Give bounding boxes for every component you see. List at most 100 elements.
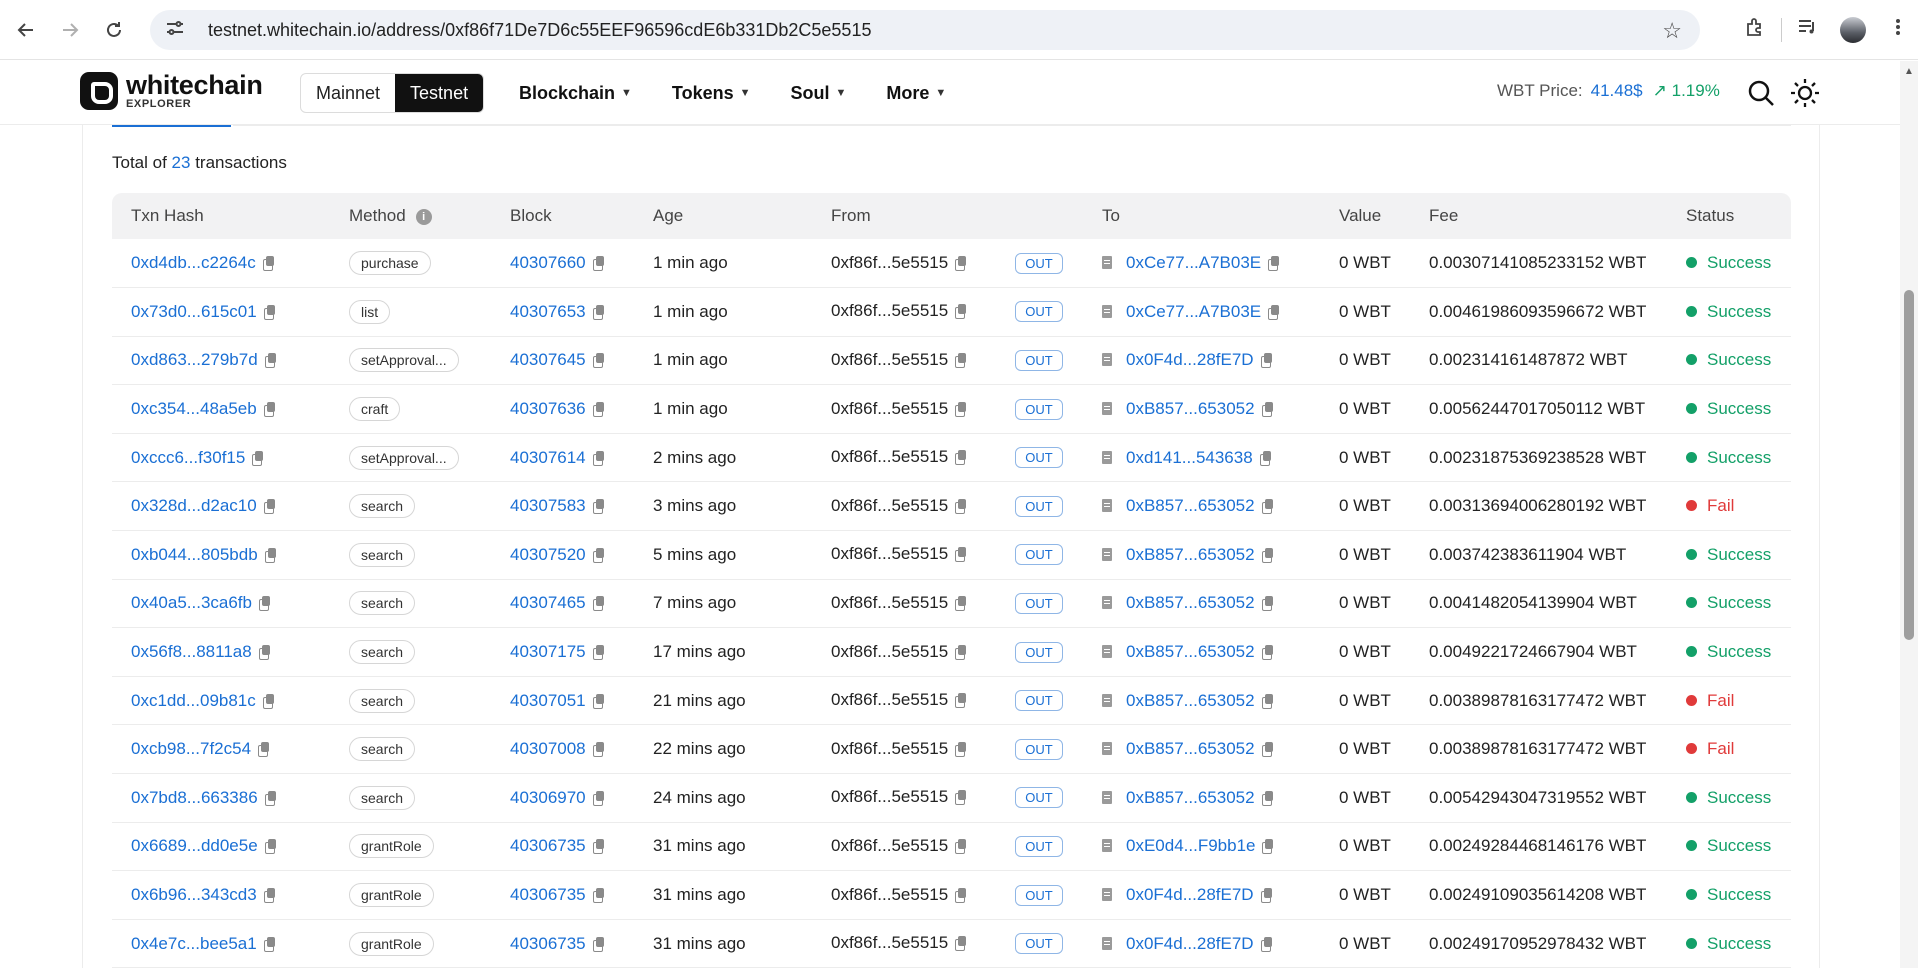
to-address-link[interactable]: 0xB857...653052	[1126, 545, 1255, 564]
copy-icon[interactable]	[955, 790, 967, 806]
to-address-link[interactable]: 0xCe77...A7B03E	[1126, 253, 1261, 272]
to-address-link[interactable]: 0xB857...653052	[1126, 496, 1255, 515]
theme-toggle-sun-icon[interactable]	[1789, 77, 1821, 109]
to-address-link[interactable]: 0xB857...653052	[1126, 691, 1255, 710]
copy-icon[interactable]	[955, 255, 967, 271]
copy-icon[interactable]	[263, 304, 276, 320]
to-address-link[interactable]: 0xE0d4...F9bb1e	[1126, 836, 1255, 855]
copy-icon[interactable]	[1261, 596, 1274, 612]
to-address-link[interactable]: 0x0F4d...28fE7D	[1126, 350, 1254, 369]
txn-hash-link[interactable]: 0x6689...dd0e5e	[131, 836, 258, 855]
copy-icon[interactable]	[263, 402, 276, 418]
copy-icon[interactable]	[592, 645, 605, 661]
copy-icon[interactable]	[592, 839, 605, 855]
block-link[interactable]: 40307660	[510, 253, 586, 272]
txn-hash-link[interactable]: 0xd863...279b7d	[131, 350, 258, 369]
copy-icon[interactable]	[592, 353, 605, 369]
nav-soul[interactable]: Soul ▼	[791, 83, 847, 104]
txn-hash-link[interactable]: 0xcb98...7f2c54	[131, 739, 251, 758]
block-link[interactable]: 40307008	[510, 739, 586, 758]
block-link[interactable]: 40306735	[510, 836, 586, 855]
copy-icon[interactable]	[955, 838, 967, 854]
copy-icon[interactable]	[252, 450, 264, 466]
to-address-link[interactable]: 0x0F4d...28fE7D	[1126, 934, 1254, 953]
copy-icon[interactable]	[1268, 304, 1280, 320]
copy-icon[interactable]	[955, 595, 967, 611]
txn-hash-link[interactable]: 0x40a5...3ca6fb	[131, 593, 252, 612]
txn-hash-link[interactable]: 0x56f8...8811a8	[131, 642, 252, 661]
txn-hash-link[interactable]: 0xb044...805bdb	[131, 545, 258, 564]
block-link[interactable]: 40307653	[510, 302, 586, 321]
copy-icon[interactable]	[1259, 450, 1272, 466]
to-address-link[interactable]: 0xB857...653052	[1126, 642, 1255, 661]
copy-icon[interactable]	[592, 256, 605, 272]
txn-hash-link[interactable]: 0x328d...d2ac10	[131, 496, 257, 515]
txn-hash-link[interactable]: 0xd4db...c2264c	[131, 253, 256, 272]
to-address-link[interactable]: 0xd141...543638	[1126, 448, 1253, 467]
profile-avatar[interactable]	[1840, 17, 1866, 43]
block-link[interactable]: 40306735	[510, 885, 586, 904]
more-menu-icon[interactable]	[1878, 17, 1918, 43]
copy-icon[interactable]	[1261, 790, 1274, 806]
copy-icon[interactable]	[592, 304, 605, 320]
copy-icon[interactable]	[1262, 839, 1274, 855]
copy-icon[interactable]	[1261, 499, 1274, 515]
copy-icon[interactable]	[592, 790, 605, 806]
copy-icon[interactable]	[1261, 645, 1274, 661]
copy-icon[interactable]	[592, 499, 605, 515]
media-control-icon[interactable]	[1788, 18, 1828, 42]
address-bar[interactable]: testnet.whitechain.io/address/0xf86f71De…	[150, 10, 1700, 50]
copy-icon[interactable]	[955, 741, 967, 757]
back-arrow-icon[interactable]	[8, 12, 44, 48]
copy-icon[interactable]	[592, 402, 605, 418]
to-address-link[interactable]: 0xB857...653052	[1126, 739, 1255, 758]
copy-icon[interactable]	[258, 742, 270, 758]
copy-icon[interactable]	[1260, 888, 1273, 904]
txn-hash-link[interactable]: 0xc354...48a5eb	[131, 399, 257, 418]
txn-hash-link[interactable]: 0x6b96...343cd3	[131, 885, 257, 904]
copy-icon[interactable]	[592, 742, 605, 758]
copy-icon[interactable]	[592, 547, 605, 563]
txn-hash-link[interactable]: 0x73d0...615c01	[131, 302, 257, 321]
copy-icon[interactable]	[955, 547, 967, 563]
block-link[interactable]: 40307051	[510, 691, 586, 710]
copy-icon[interactable]	[955, 304, 967, 320]
nav-blockchain[interactable]: Blockchain ▼	[519, 83, 632, 104]
copy-icon[interactable]	[264, 839, 277, 855]
extensions-icon[interactable]	[1735, 17, 1775, 43]
to-address-link[interactable]: 0xB857...653052	[1126, 788, 1255, 807]
copy-icon[interactable]	[262, 693, 275, 709]
copy-icon[interactable]	[263, 888, 276, 904]
block-link[interactable]: 40307465	[510, 593, 586, 612]
copy-icon[interactable]	[263, 499, 276, 515]
copy-icon[interactable]	[1261, 693, 1274, 709]
txn-hash-link[interactable]: 0xccc6...f30f15	[131, 448, 245, 467]
block-link[interactable]: 40307645	[510, 350, 586, 369]
txn-hash-link[interactable]: 0xc1dd...09b81c	[131, 691, 256, 710]
block-link[interactable]: 40307636	[510, 399, 586, 418]
copy-icon[interactable]	[592, 596, 605, 612]
scroll-up-arrow-icon[interactable]: ▲	[1904, 66, 1914, 77]
copy-icon[interactable]	[955, 498, 967, 514]
copy-icon[interactable]	[955, 693, 967, 709]
network-mainnet[interactable]: Mainnet	[301, 74, 395, 112]
copy-icon[interactable]	[592, 450, 605, 466]
copy-icon[interactable]	[264, 547, 277, 563]
copy-icon[interactable]	[955, 450, 967, 466]
block-link[interactable]: 40307583	[510, 496, 586, 515]
copy-icon[interactable]	[955, 644, 967, 660]
copy-icon[interactable]	[1261, 547, 1274, 563]
to-address-link[interactable]: 0xB857...653052	[1126, 593, 1255, 612]
copy-icon[interactable]	[1260, 936, 1273, 952]
copy-icon[interactable]	[592, 936, 605, 952]
copy-icon[interactable]	[1260, 353, 1273, 369]
reload-icon[interactable]	[96, 12, 132, 48]
copy-icon[interactable]	[955, 887, 967, 903]
nav-tokens[interactable]: Tokens ▼	[672, 83, 751, 104]
block-link[interactable]: 40306970	[510, 788, 586, 807]
txn-hash-link[interactable]: 0x7bd8...663386	[131, 788, 258, 807]
copy-icon[interactable]	[592, 888, 605, 904]
copy-icon[interactable]	[263, 936, 276, 952]
copy-icon[interactable]	[264, 790, 277, 806]
txn-hash-link[interactable]: 0x4e7c...bee5a1	[131, 934, 257, 953]
